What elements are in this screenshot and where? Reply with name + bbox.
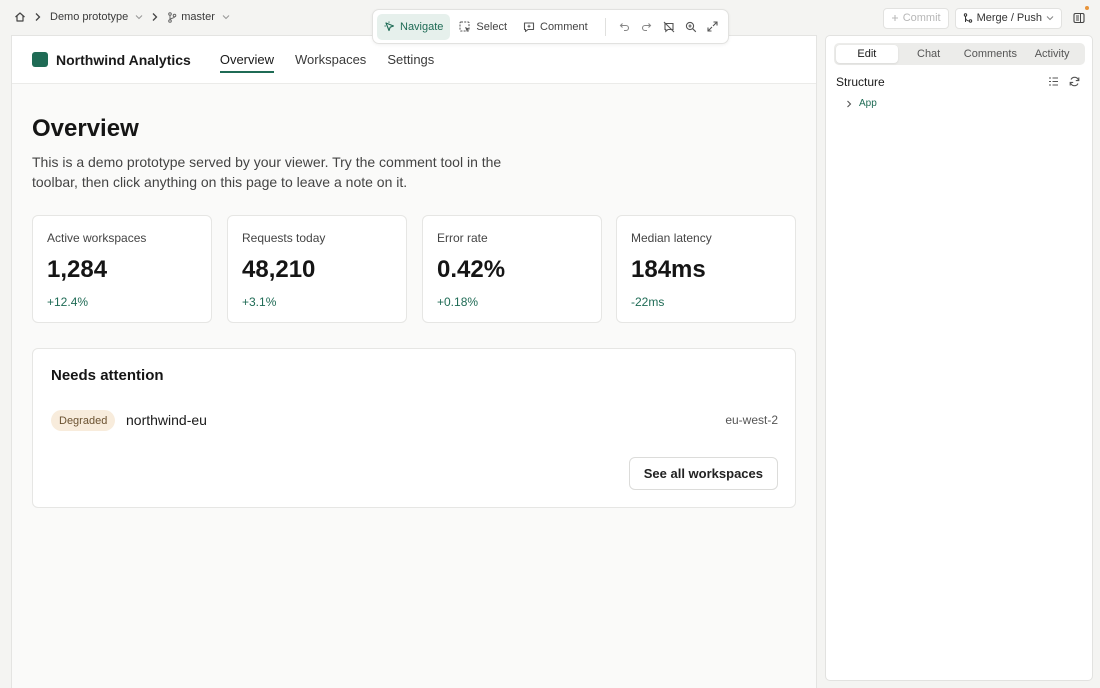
git-merge-icon [963, 13, 973, 23]
structure-title: Structure [836, 75, 885, 89]
chevron-right-icon [151, 12, 159, 22]
panel-toggle-button[interactable] [1068, 6, 1090, 29]
workspace-region: eu-west-2 [725, 413, 778, 427]
select-tool[interactable]: Select [452, 14, 514, 40]
stat-card-requests-today: Requests today 48,210 +3.1% [227, 215, 407, 323]
cursor-icon [384, 21, 395, 32]
stat-value: 184ms [631, 256, 706, 283]
comment-off-icon [663, 21, 675, 33]
notification-dot [1085, 6, 1089, 10]
branch-switcher[interactable]: master [167, 11, 230, 23]
stat-card-error-rate: Error rate 0.42% +0.18% [422, 215, 602, 323]
zoom-in-icon [685, 21, 697, 33]
navigate-tool[interactable]: Navigate [377, 13, 451, 40]
needs-attention-card: Needs attention Degraded northwind-eu eu… [32, 348, 796, 508]
page-description: This is a demo prototype served by your … [32, 154, 502, 190]
section-title: Needs attention [51, 367, 164, 384]
prototype-preview: Northwind Analytics Overview Workspaces … [11, 35, 817, 688]
breadcrumb: Demo prototype master [0, 0, 230, 34]
chevron-right-icon [34, 12, 42, 22]
stat-card-median-latency: Median latency 184ms -22ms [616, 215, 796, 323]
undo-icon [619, 21, 630, 32]
stat-value: 48,210 [242, 256, 316, 283]
structure-actions [1048, 76, 1080, 87]
redo-icon [641, 21, 652, 32]
git-branch-icon [167, 11, 177, 23]
zoom-button[interactable] [680, 15, 702, 39]
status-badge: Degraded [51, 410, 116, 431]
brand-name: Northwind Analytics [56, 51, 191, 68]
project-name: Demo prototype [50, 11, 129, 23]
stat-label: Active workspaces [47, 231, 147, 245]
tab-edit[interactable]: Edit [836, 45, 898, 63]
select-label: Select [476, 20, 507, 33]
fullscreen-button[interactable] [702, 15, 724, 39]
tree-item-label: App [859, 98, 877, 109]
comment-label: Comment [540, 20, 588, 33]
outline-icon[interactable] [1048, 76, 1059, 87]
nav-workspaces[interactable]: Workspaces [295, 36, 366, 84]
tab-chat[interactable]: Chat [898, 45, 960, 63]
chevron-right-icon [846, 100, 852, 108]
stat-delta: +0.18% [437, 295, 479, 309]
stat-card-active-workspaces: Active workspaces 1,284 +12.4% [32, 215, 212, 323]
stat-value: 1,284 [47, 256, 108, 283]
select-box-icon [459, 21, 471, 33]
chevron-down-icon [222, 14, 230, 20]
plus-icon [891, 14, 899, 22]
tab-comments[interactable]: Comments [960, 45, 1022, 63]
stat-label: Median latency [631, 231, 712, 245]
inspector-panel: Edit Chat Comments Activity Structure Ap… [825, 35, 1093, 681]
stat-label: Requests today [242, 231, 326, 245]
chevron-down-icon [1046, 15, 1054, 21]
merge-push-label: Merge / Push [976, 12, 1042, 24]
comment-tool[interactable]: Comment [516, 14, 595, 40]
stat-label: Error rate [437, 231, 488, 245]
home-icon[interactable] [14, 11, 26, 23]
undo-button[interactable] [614, 15, 636, 39]
commit-label: Commit [902, 12, 941, 24]
top-actions: Commit Merge / Push [882, 6, 1090, 29]
page-title: Overview [32, 115, 139, 142]
stat-value: 0.42% [437, 256, 506, 283]
workspace-name: northwind-eu [126, 412, 207, 428]
navigate-label: Navigate [400, 20, 444, 33]
logo-icon [32, 52, 48, 67]
comment-icon [523, 21, 535, 33]
mode-toolbar: Navigate Select Comment [372, 9, 729, 44]
toolbar-divider [604, 17, 606, 36]
panel-tabs: Edit Chat Comments Activity [834, 43, 1085, 65]
redo-button[interactable] [636, 15, 658, 39]
stat-delta: -22ms [631, 295, 665, 309]
branch-name: master [181, 11, 215, 23]
project-switcher[interactable]: Demo prototype [50, 11, 143, 23]
merge-push-button[interactable]: Merge / Push [954, 7, 1062, 29]
chevron-down-icon [135, 14, 143, 20]
tree-item-app[interactable]: App [846, 98, 877, 109]
nav-overview[interactable]: Overview [219, 36, 275, 84]
stat-delta: +3.1% [242, 295, 277, 309]
see-all-workspaces-button[interactable]: See all workspaces [628, 457, 778, 490]
expand-icon [707, 21, 719, 32]
refresh-icon[interactable] [1069, 76, 1080, 87]
tab-activity[interactable]: Activity [1021, 45, 1083, 63]
hide-comments-button[interactable] [658, 15, 680, 39]
commit-button[interactable]: Commit [882, 7, 949, 29]
sidebar-panel-icon [1073, 12, 1085, 24]
stat-delta: +12.4% [47, 295, 89, 309]
